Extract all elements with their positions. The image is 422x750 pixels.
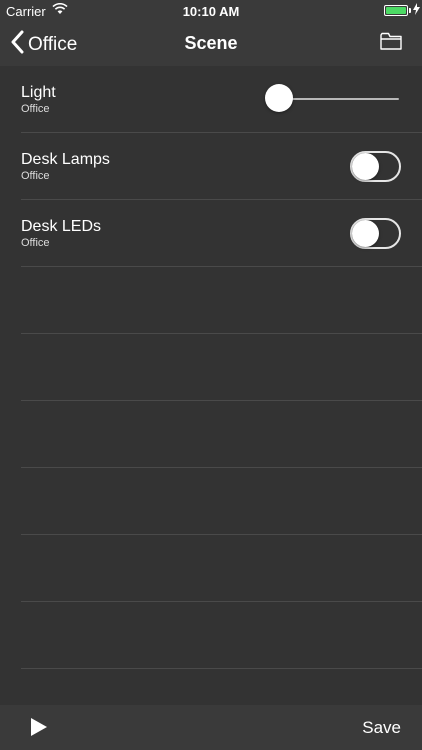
desk-leds-toggle[interactable] (350, 218, 401, 249)
empty-row (21, 401, 422, 468)
device-room: Office (21, 170, 50, 182)
device-name: Light (21, 84, 56, 101)
list-item-desk-leds: Desk LEDs Office (21, 200, 422, 267)
save-button[interactable]: Save (362, 718, 401, 738)
device-name: Desk Lamps (21, 151, 110, 168)
scene-device-list: Light Office Desk Lamps Office Desk LEDs… (0, 66, 422, 736)
brightness-slider[interactable] (265, 84, 399, 114)
bottom-toolbar: Save (0, 705, 422, 750)
page-title: Scene (184, 33, 238, 53)
folder-icon[interactable] (380, 32, 402, 55)
navigation-bar: Office Scene (0, 22, 422, 66)
device-room: Office (21, 237, 50, 249)
list-item-light: Light Office (21, 66, 422, 133)
battery-icon (384, 5, 408, 16)
desk-lamps-toggle[interactable] (350, 151, 401, 182)
device-room: Office (21, 103, 50, 115)
empty-row (21, 334, 422, 401)
empty-row (21, 267, 422, 334)
play-icon[interactable] (30, 717, 48, 742)
slider-track[interactable] (279, 98, 399, 100)
empty-row (21, 602, 422, 669)
empty-row (21, 535, 422, 602)
device-name: Desk LEDs (21, 218, 102, 235)
empty-row (21, 468, 422, 535)
clock: 10:10 AM (182, 4, 240, 19)
toggle-knob (352, 153, 379, 180)
toggle-knob (352, 220, 379, 247)
list-item-desk-lamps: Desk Lamps Office (21, 133, 422, 200)
charging-icon (413, 3, 420, 18)
slider-thumb[interactable] (265, 84, 293, 112)
status-bar: Carrier 10:10 AM (0, 0, 422, 22)
battery-tip (409, 8, 411, 13)
